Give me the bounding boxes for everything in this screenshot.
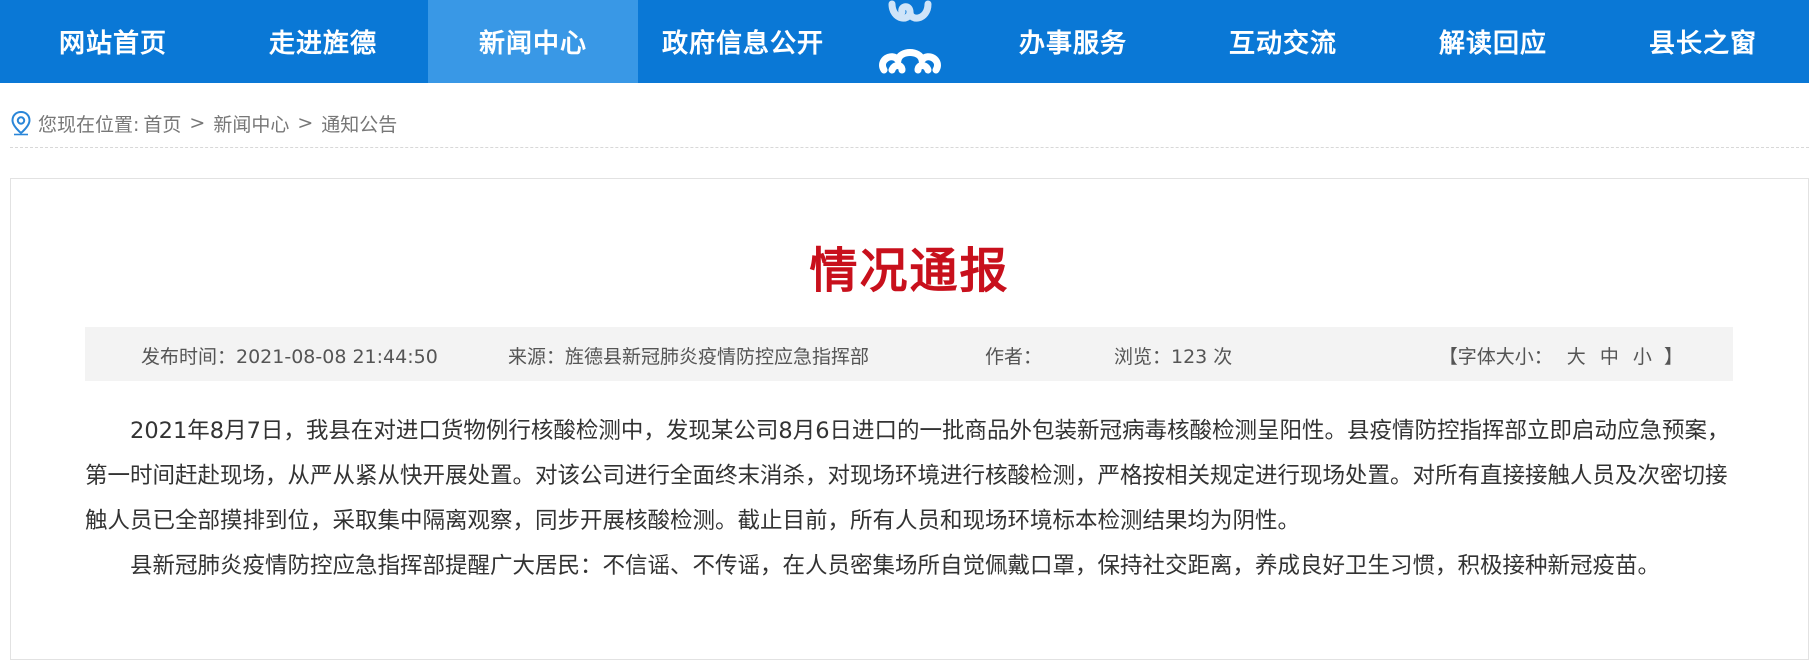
breadcrumb: 您现在位置: 首页 > 新闻中心 > 通知公告 [10,108,397,138]
font-small-button[interactable]: 小 [1633,346,1652,368]
nav-item-gov-info[interactable]: 政府信息公开 [638,0,848,83]
breadcrumb-prefix: 您现在位置: [38,113,140,136]
article-meta-bar: 发布时间：2021-08-08 21:44:50 来源：旌德县新冠肺炎疫情防控应… [85,327,1733,381]
font-size-label: 【字体大小： [1438,346,1553,368]
cloud-emblem-icon [879,0,941,74]
publish-time: 发布时间：2021-08-08 21:44:50 [141,346,438,368]
article-source: 来源：旌德县新冠肺炎疫情防控应急指挥部 [508,346,870,368]
article-title: 情况通报 [809,243,1010,299]
nav-item-interaction[interactable]: 互动交流 [1178,0,1388,83]
top-nav-bar: 网站首页 走进旌德 新闻中心 政府信息公开 办事服务 互动交流 解读回应 县长之… [0,0,1809,83]
article-author: 作者： [985,346,1043,368]
nav-item-county-head[interactable]: 县长之窗 [1598,0,1808,83]
nav-item-interpretation[interactable]: 解读回应 [1388,0,1598,83]
breadcrumb-notices-link[interactable]: 通知公告 [321,110,397,137]
location-pin-icon [11,110,31,136]
breadcrumb-separator: > [297,112,314,134]
article-body: 2021年8月7日，我县在对进口货物例行核酸检测中，发现某公司8月6日进口的一批… [85,409,1735,589]
font-size-control: 【字体大小： 大 中 小 】 [1439,342,1683,369]
view-count: 浏览：123 次 [1114,346,1233,368]
nav-item-home[interactable]: 网站首页 [8,0,218,83]
article-container: 情况通报 发布时间：2021-08-08 21:44:50 来源：旌德县新冠肺炎… [10,178,1809,660]
font-medium-button[interactable]: 中 [1600,346,1619,368]
nav-item-about-jingde[interactable]: 走进旌德 [218,0,428,83]
article-paragraph: 2021年8月7日，我县在对进口货物例行核酸检测中，发现某公司8月6日进口的一批… [85,418,1730,534]
breadcrumb-divider [10,147,1809,148]
nav-item-news-center[interactable]: 新闻中心 [428,0,638,83]
font-size-close: 】 [1663,346,1683,368]
font-large-button[interactable]: 大 [1567,346,1586,368]
breadcrumb-separator: > [189,112,206,134]
article-paragraph: 县新冠肺炎疫情防控应急指挥部提醒广大居民：不信谣、不传谣，在人员密集场所自觉佩戴… [130,553,1661,579]
breadcrumb-news-link[interactable]: 新闻中心 [213,110,289,137]
nav-item-services[interactable]: 办事服务 [968,0,1178,83]
breadcrumb-home-link[interactable]: 首页 [143,110,181,137]
